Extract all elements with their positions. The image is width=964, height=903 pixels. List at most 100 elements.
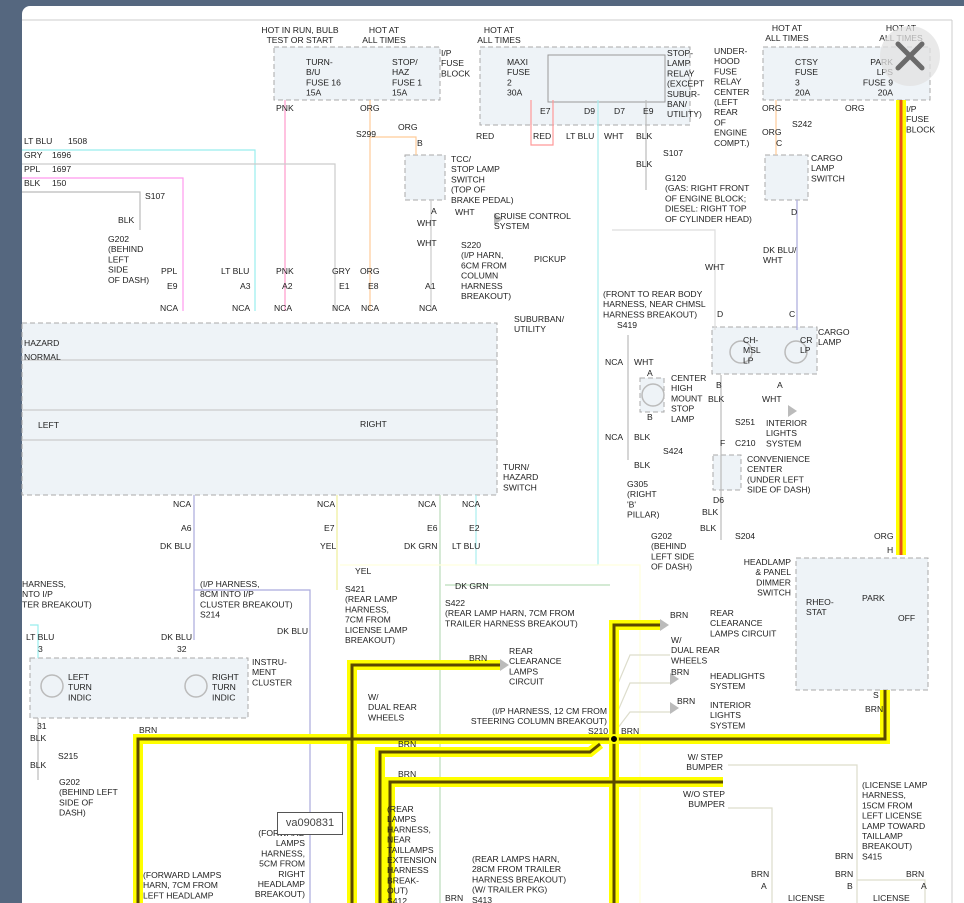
diagram-label: S413 — [472, 895, 492, 903]
diagram-label: D6 — [713, 495, 724, 505]
diagram-label: BLK — [30, 760, 47, 770]
diagram-label: S204 — [735, 531, 755, 541]
diagram-label: (W/ TRAILER PKG) — [472, 885, 547, 895]
diagram-label: ALL TIMES — [477, 35, 521, 45]
diagram-label: DK BLU — [160, 541, 191, 551]
diagram-label: COLUMN — [461, 271, 498, 281]
diagram-label: BRN — [445, 893, 463, 903]
diagram-label: DK BLU/ — [763, 245, 797, 255]
diagram-label: RIGHT — [278, 869, 305, 879]
diagram-label: 1696 — [52, 150, 71, 160]
diagram-label: 6CM FROM — [461, 260, 507, 270]
diagram-label: ALL TIMES — [362, 35, 406, 45]
diagram-label: NCA — [605, 357, 623, 367]
diagram-label: A2 — [282, 281, 293, 291]
diagram-label: BLK — [700, 523, 717, 533]
diagram-label: MSL — [743, 345, 761, 355]
diagram-label: RED — [476, 131, 494, 141]
diagram-label: 20A — [795, 88, 811, 98]
diagram-label: S242 — [792, 119, 812, 129]
diagram-label: ORG — [360, 266, 380, 276]
diagram-label: TRAILER HARNESS BREAKOUT) — [445, 618, 578, 628]
diagram-label: LEFT — [68, 672, 90, 682]
close-button[interactable] — [880, 26, 940, 86]
diagram-label: LICENSE — [788, 893, 825, 903]
wire — [613, 682, 670, 721]
diagram-label: CRUISE CONTROL — [494, 211, 571, 221]
diagram-label: CLEARANCE — [710, 618, 763, 628]
diagram-label: NCA — [173, 499, 191, 509]
diagram-label: (FORWARD LAMPS — [143, 870, 222, 880]
diagram-label: TURN — [212, 682, 236, 692]
diagram-label: S107 — [663, 148, 683, 158]
arrow-icon — [660, 619, 669, 631]
diagram-label: GRY — [332, 266, 351, 276]
diagram-label: S — [873, 690, 879, 700]
diagram-label: 2 — [507, 77, 512, 87]
highlighted-wire-glow — [614, 690, 890, 744]
diagram-label: HARNESS, — [387, 824, 431, 834]
diagram-label: S107 — [145, 191, 165, 201]
diagram-label: HARN, 7CM FROM — [143, 880, 218, 890]
diagram-label: A1 — [425, 281, 436, 291]
wire — [22, 149, 256, 311]
diagram-label: HOT AT — [772, 23, 803, 33]
diagram-label: SYSTEM — [766, 438, 801, 448]
diagram-label: UTILITY) — [667, 109, 702, 119]
diagram-label: STOP — [671, 404, 695, 414]
diagram-label: B — [417, 138, 423, 148]
diagram-label: BLK — [634, 432, 651, 442]
diagram-label: D — [791, 207, 797, 217]
diagram-label: E8 — [368, 281, 379, 291]
diagram-label: BLK — [24, 178, 41, 188]
diagram-label: LAMP — [667, 58, 691, 68]
diagram-label: BAN/ — [667, 99, 688, 109]
diagram-label: ORG — [845, 103, 865, 113]
diagram-label: YEL — [355, 566, 371, 576]
diagram-label: LAMP — [818, 337, 842, 347]
diagram-label: CARGO — [818, 327, 850, 337]
diagram-label: E9 — [167, 281, 178, 291]
component-box — [21, 322, 498, 496]
diagram-label: C210 — [735, 438, 756, 448]
diagram-label: OF — [714, 117, 726, 127]
diagram-label: SUBURBAN/ — [514, 314, 565, 324]
diagram-label: S215 — [58, 751, 78, 761]
diagram-label: DUAL REAR — [368, 702, 417, 712]
diagram-label: 3 — [38, 644, 43, 654]
diagram-label: WHT — [417, 238, 437, 248]
diagram-label: ORG — [360, 103, 380, 113]
diagram-label: BRN — [670, 610, 688, 620]
diagram-label: ENGINE — [714, 128, 747, 138]
diagram-label: (EXCEPT — [667, 79, 705, 89]
diagram-label: (REAR LAMPS HARN, — [472, 854, 559, 864]
diagram-label: PPL — [24, 164, 40, 174]
diagram-label: HIGH — [671, 383, 692, 393]
diagram-label: 15A — [306, 88, 322, 98]
diagram-label: SWITCH — [451, 174, 485, 184]
diagram-label: STEERING COLUMN BREAKOUT) — [471, 716, 607, 726]
diagram-label: TER BREAKOUT) — [22, 599, 92, 609]
wiring-diagram: HOT IN RUN, BULBTEST OR STARTHOT ATALL T… — [21, 19, 953, 903]
diagram-label: E9 — [643, 106, 654, 116]
diagram-label: E7 — [540, 106, 551, 116]
diagram-label: BREAKOUT) — [862, 841, 912, 851]
diagram-label: G120 — [665, 173, 686, 183]
diagram-label: BRN — [621, 726, 639, 736]
diagram-label: MOUNT — [671, 393, 703, 403]
diagram-label: BLK — [702, 507, 719, 517]
diagram-label: BRN — [677, 696, 695, 706]
diagram-label: W/O STEP — [683, 789, 725, 799]
diagram-label: UTILITY — [514, 324, 546, 334]
diagram-label: (TOP OF — [451, 185, 486, 195]
diagram-label: A — [921, 881, 927, 891]
diagram-label: BRN — [906, 869, 924, 879]
diagram-label: NCA — [317, 499, 335, 509]
diagram-label: SWITCH — [811, 173, 845, 183]
diagram-label: MENT — [252, 667, 277, 677]
diagram-label: ORG — [762, 103, 782, 113]
arrow-icon — [788, 405, 797, 417]
diagram-label: NCA — [361, 303, 379, 313]
diagram-label: UNDER- — [714, 46, 748, 56]
diagram-label: LT BLU — [452, 541, 480, 551]
